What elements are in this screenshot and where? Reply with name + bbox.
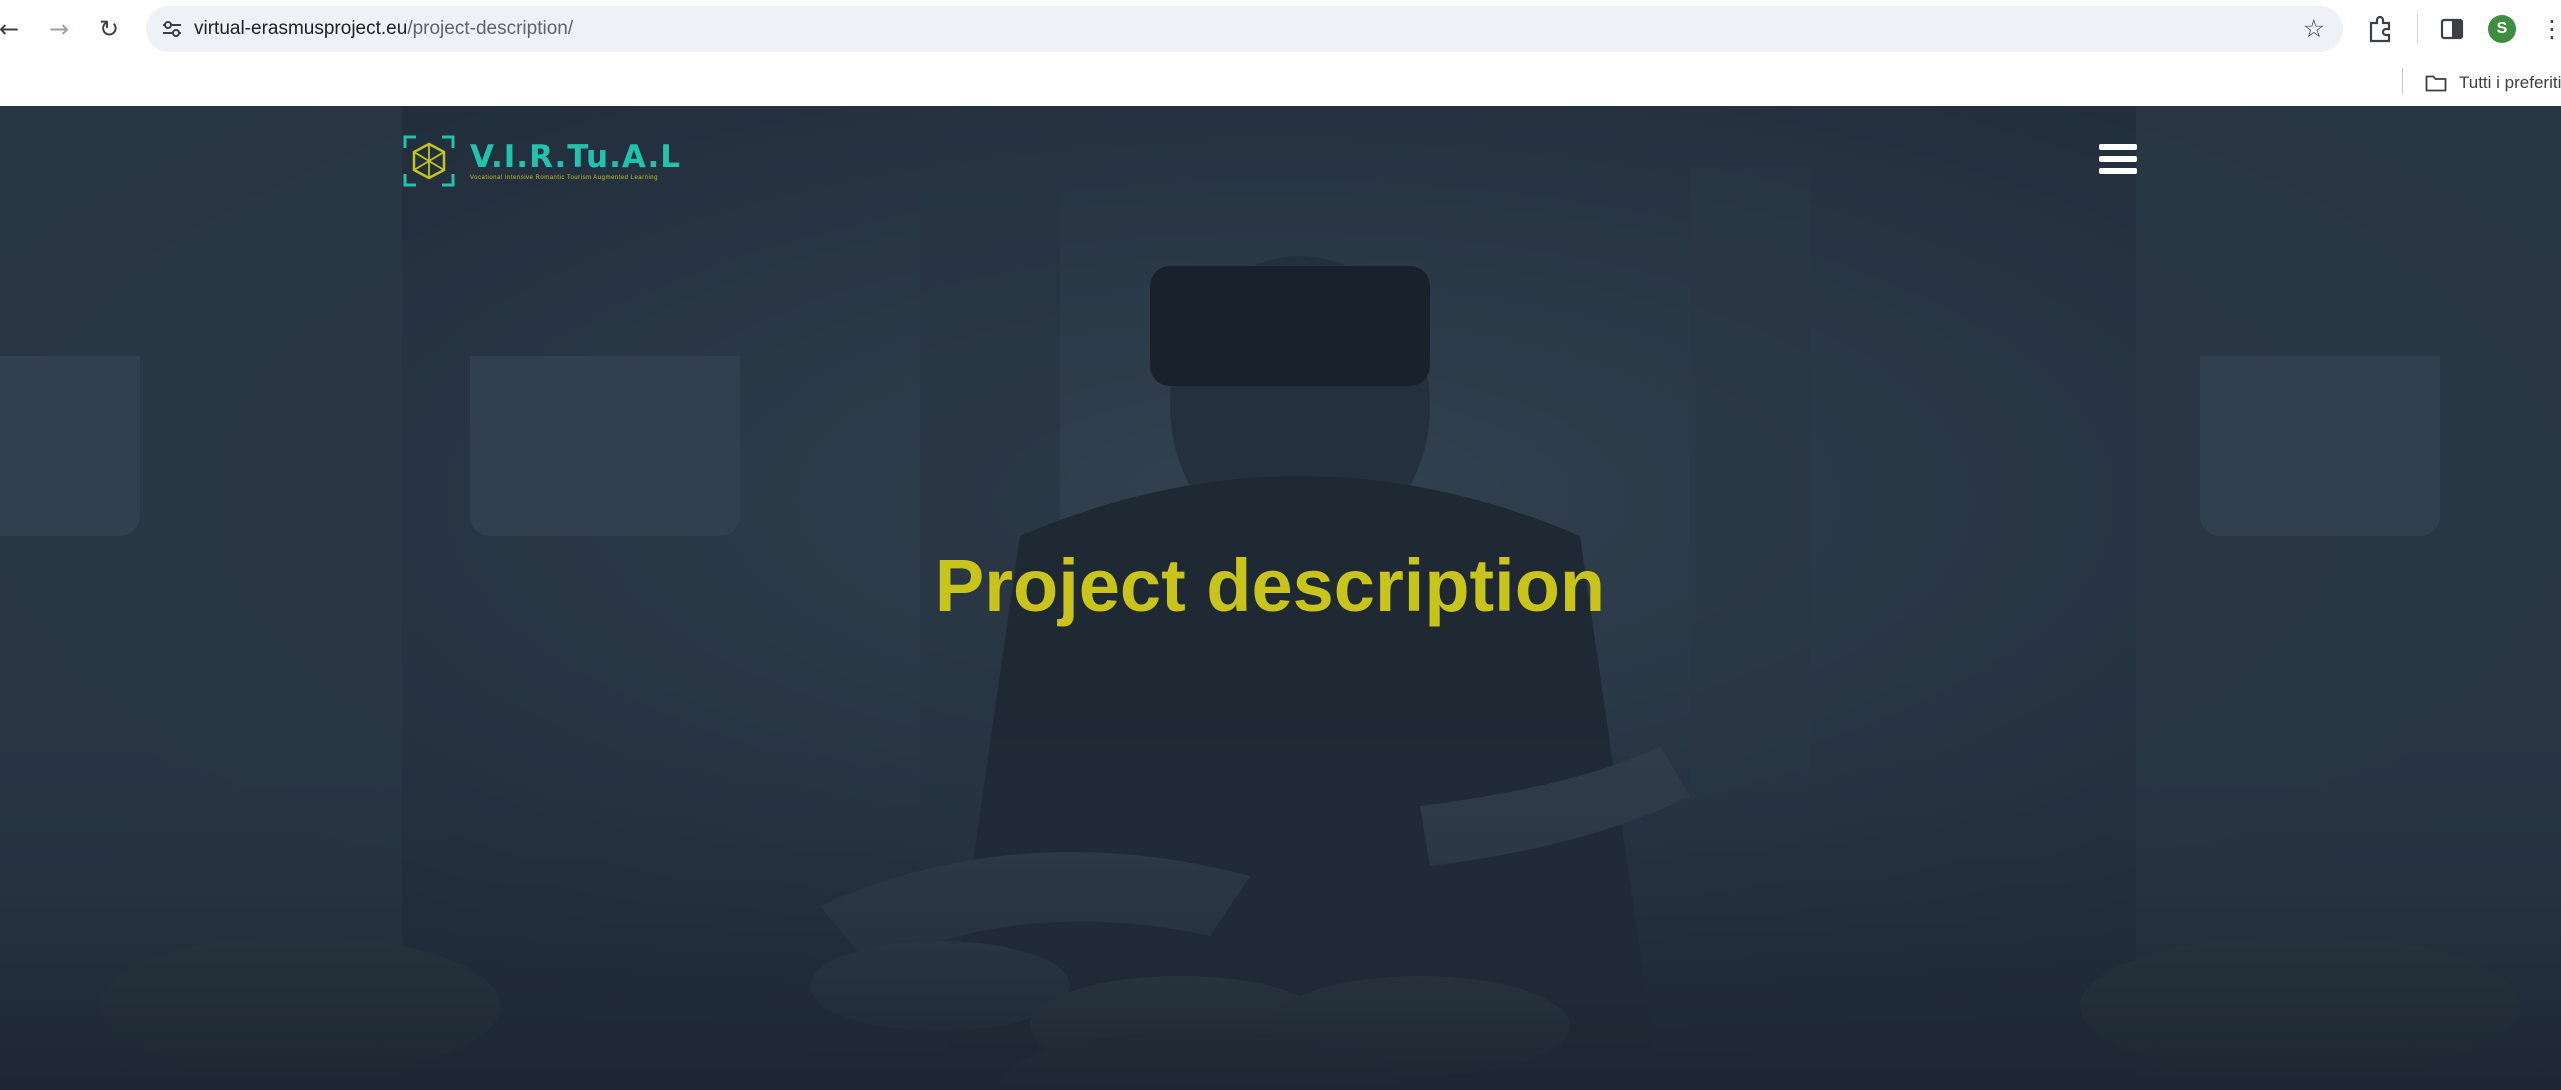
bookmarks-divider (2402, 68, 2403, 94)
bookmarks-folder-label: Tutti i preferiti (2459, 73, 2561, 92)
back-arrow-icon[interactable]: ← (0, 12, 26, 46)
side-panel-icon[interactable] (2437, 14, 2467, 44)
address-bar[interactable]: virtual-erasmusproject.eu/project-descri… (146, 6, 2343, 52)
browser-toolbar: ← → ↻ virtual-erasmusproject.eu/project-… (0, 0, 2561, 58)
toolbar-divider (2417, 14, 2418, 44)
more-vert-icon[interactable]: ⋮ (2540, 13, 2561, 45)
page-title: Project description (934, 544, 1606, 627)
logo-tagline: Vocational Intensive Romantic Tourism Au… (470, 175, 658, 181)
url-text[interactable]: virtual-erasmusproject.eu/project-descri… (194, 18, 573, 40)
bookmarks-bar: Tutti i preferiti (0, 58, 2561, 106)
hamburger-menu-icon[interactable] (2099, 144, 2137, 180)
reload-icon[interactable]: ↻ (92, 12, 126, 46)
site-logo[interactable]: V.I.R.Tu.A.L Vocational Intensive Romant… (402, 134, 681, 188)
star-icon[interactable]: ☆ (2303, 14, 2325, 43)
extensions-icon[interactable] (2365, 14, 2395, 44)
profile-avatar[interactable]: S (2488, 15, 2516, 43)
hero-section: V.I.R.Tu.A.L Vocational Intensive Romant… (0, 106, 2561, 1090)
folder-icon (2425, 75, 2447, 92)
url-host: virtual-erasmusproject.eu (194, 18, 408, 39)
logo-name: V.I.R.Tu.A.L (470, 139, 681, 175)
bookmarks-folder-all[interactable]: Tutti i preferiti (2425, 70, 2561, 96)
logo-cube-icon (403, 135, 455, 187)
url-path: /project-description/ (407, 18, 574, 39)
site-settings-icon[interactable] (160, 17, 184, 41)
forward-arrow-icon[interactable]: → (42, 12, 76, 46)
